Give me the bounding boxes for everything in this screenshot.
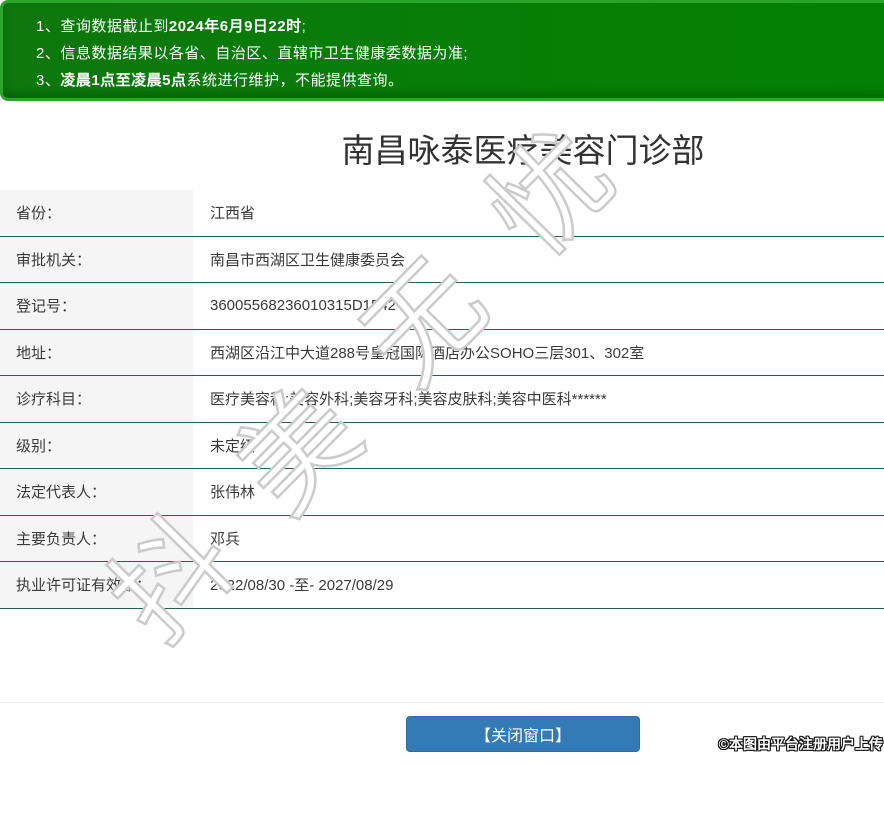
row-value: 西湖区沿江中大道288号皇冠国际酒店办公SOHO三层301、302室: [210, 344, 645, 362]
table-row: 执业许可证有效期： 2022/08/30 -至- 2027/08/29: [0, 562, 884, 609]
close-window-button[interactable]: 【关闭窗口】: [406, 715, 640, 752]
footer-divider: [0, 701, 884, 703]
row-value: 邓兵: [210, 530, 241, 548]
row-value: 未定级: [210, 437, 256, 455]
table-row: 省份： 江西省: [0, 190, 884, 237]
table-row: 主要负责人： 邓兵: [0, 515, 884, 562]
row-value: 南昌市西湖区卫生健康委员会: [210, 251, 406, 269]
page: 1、查询数据截止到2024年6月9日22时; 2、信息数据结果以各省、自治区、直…: [0, 0, 884, 752]
row-label: 主要负责人：: [0, 515, 193, 561]
notice-line-1: 1、查询数据截止到2024年6月9日22时;: [36, 13, 884, 40]
notice-text: 查询数据截止到: [60, 18, 169, 35]
notice-line-3: 3、凌晨1点至凌晨5点系统进行维护，不能提供查询。: [36, 67, 884, 94]
table-row: 审批机关： 南昌市西湖区卫生健康委员会: [0, 236, 884, 283]
notice-number: 2、: [36, 45, 61, 62]
row-value: 医疗美容科;美容外科;美容牙科;美容皮肤科;美容中医科******: [210, 391, 607, 409]
row-label: 登记号：: [0, 283, 193, 329]
table-row: 法定代表人： 张伟林: [0, 469, 884, 516]
row-label: 省份：: [0, 190, 193, 236]
row-label: 法定代表人：: [0, 469, 193, 515]
notice-text: 系统进行维护，不能提供查询。: [186, 72, 404, 89]
row-label: 地址：: [0, 329, 193, 375]
row-label: 级别：: [0, 422, 193, 468]
table-row: 诊疗科目： 医疗美容科;美容外科;美容牙科;美容皮肤科;美容中医科******: [0, 376, 884, 423]
notice-number: 3、: [36, 72, 61, 89]
notice-line-2: 2、信息数据结果以各省、自治区、直辖市卫生健康委数据为准;: [36, 40, 884, 67]
notice-banner: 1、查询数据截止到2024年6月9日22时; 2、信息数据结果以各省、自治区、直…: [0, 0, 884, 101]
notice-bold-text: 2024年6月9日22时: [168, 18, 302, 35]
row-label: 执业许可证有效期：: [0, 562, 193, 608]
notice-bold-text: 凌晨1点至凌晨5点: [60, 72, 187, 89]
notice-text: 信息数据结果以各省、自治区、直辖市卫生健康委数据为准;: [60, 45, 469, 62]
table-row: 地址： 西湖区沿江中大道288号皇冠国际酒店办公SOHO三层301、302室: [0, 329, 884, 376]
notice-text: ;: [301, 18, 307, 35]
row-value: 江西省: [210, 205, 256, 223]
row-label: 审批机关：: [0, 236, 193, 282]
info-table: 省份： 江西省 审批机关： 南昌市西湖区卫生健康委员会 登记号： 3600556…: [0, 190, 884, 609]
page-title: 南昌咏泰医疗美容门诊部: [341, 132, 705, 169]
upload-stamp: ©本图由平台注册用户上传: [718, 736, 883, 752]
row-value: 张伟林: [210, 484, 256, 502]
table-row: 级别： 未定级: [0, 422, 884, 469]
table-row: 登记号： 36005568236010315D1542: [0, 283, 884, 330]
row-value: 36005568236010315D1542: [210, 297, 397, 315]
row-label: 诊疗科目：: [0, 376, 193, 422]
row-value: 2022/08/30 -至- 2027/08/29: [210, 577, 394, 595]
notice-number: 1、: [36, 18, 61, 35]
